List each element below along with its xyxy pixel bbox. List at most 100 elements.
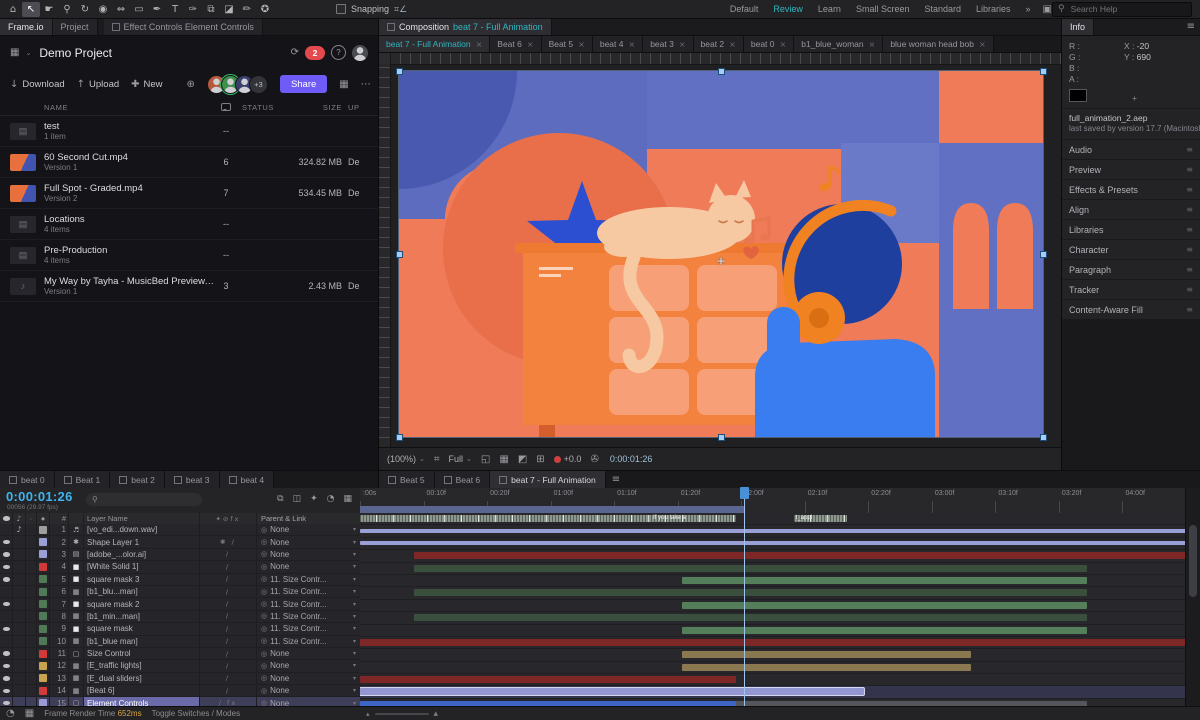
pickwhip-icon[interactable]: ◎ bbox=[261, 625, 267, 633]
layer-duration-bar[interactable] bbox=[414, 565, 1087, 572]
panel-menu-icon[interactable]: ≡ bbox=[1186, 205, 1193, 214]
panel-menu-icon[interactable]: ≡ bbox=[1186, 145, 1193, 154]
frame-blending-icon[interactable]: ◔ bbox=[327, 494, 335, 504]
column-layer-name[interactable]: Layer Name bbox=[84, 513, 200, 524]
close-tab-icon[interactable]: × bbox=[578, 40, 585, 49]
layer-duration-bar[interactable] bbox=[360, 541, 1186, 545]
roto-brush-tool[interactable]: ✏ bbox=[238, 2, 256, 17]
layer-name[interactable]: [vo_edi...down.wav] bbox=[84, 524, 200, 535]
label-color[interactable] bbox=[37, 549, 50, 560]
clone-stamp-tool[interactable]: ⧉ bbox=[202, 2, 220, 17]
track-row[interactable] bbox=[360, 637, 1186, 649]
lock-toggle[interactable] bbox=[26, 685, 37, 696]
parent-link-select[interactable]: ◎None▾ bbox=[257, 685, 360, 696]
viewer-tab-beat-0[interactable]: beat 0× bbox=[744, 36, 794, 52]
composition-panel-tab[interactable]: Composition beat 7 - Full Animation bbox=[379, 18, 552, 35]
layer-name[interactable]: [b1_blue man] bbox=[84, 636, 200, 647]
panel-menu-icon[interactable]: ≡ bbox=[1187, 21, 1195, 32]
audio-toggle[interactable] bbox=[13, 611, 26, 622]
track-row[interactable]: If you take at_appl bbox=[360, 513, 1186, 525]
layer-duration-bar[interactable] bbox=[360, 639, 1186, 646]
panel-menu-icon[interactable]: ≡ bbox=[1186, 225, 1193, 234]
lock-toggle[interactable] bbox=[26, 561, 37, 572]
panel-menu-icon[interactable]: ≡ bbox=[612, 474, 620, 485]
timeline-tab-beat-3[interactable]: beat 3 bbox=[165, 471, 220, 488]
snapping-checkbox[interactable] bbox=[336, 4, 346, 14]
track-row[interactable] bbox=[360, 550, 1186, 562]
layer-switches[interactable]: / bbox=[200, 561, 257, 572]
layer-row[interactable]: 2✱Shape Layer 1✱ /◎None▾ bbox=[0, 536, 360, 548]
layer-name[interactable]: [White Solid 1] bbox=[84, 561, 200, 572]
camera-tool[interactable]: ◉ bbox=[94, 2, 112, 17]
lock-toggle[interactable] bbox=[26, 574, 37, 585]
parent-link-select[interactable]: ◎None▾ bbox=[257, 549, 360, 560]
label-column-icon[interactable]: ● bbox=[37, 513, 50, 524]
lock-column-icon[interactable]: · bbox=[26, 513, 37, 524]
panel-layout-icon[interactable]: ▣ bbox=[1043, 4, 1052, 15]
panel-menu-icon[interactable]: ≡ bbox=[1186, 165, 1193, 174]
parent-link-select[interactable]: ◎11. Size Contr...▾ bbox=[257, 623, 360, 634]
column-name[interactable]: NAME bbox=[44, 103, 216, 112]
layer-name[interactable]: [adobe_...olor.ai] bbox=[84, 549, 200, 560]
pickwhip-icon[interactable]: ◎ bbox=[261, 612, 267, 620]
panel-tab-align[interactable]: Align≡ bbox=[1062, 200, 1200, 219]
lock-toggle[interactable] bbox=[26, 598, 37, 609]
workspace-tab-default[interactable]: Default bbox=[730, 4, 759, 14]
layer-row[interactable]: 4■[White Solid 1]/◎None▾ bbox=[0, 561, 360, 573]
list-item[interactable]: 60 Second Cut.mp4Version 16324.82 MBDe bbox=[0, 147, 378, 178]
column-size[interactable]: SIZE bbox=[280, 103, 342, 112]
close-tab-icon[interactable]: × bbox=[679, 40, 686, 49]
layer-switches[interactable]: / bbox=[200, 623, 257, 634]
layer-duration-bar[interactable] bbox=[682, 602, 1087, 609]
layer-row[interactable]: 9■square mask/◎11. Size Contr...▾ bbox=[0, 623, 360, 635]
layer-switches[interactable]: / bbox=[200, 586, 257, 597]
viewer-tab-beat-6[interactable]: Beat 6× bbox=[490, 36, 541, 52]
timeline-search[interactable]: ⚲ bbox=[86, 493, 202, 506]
layer-row[interactable]: 5■square mask 3/◎11. Size Contr...▾ bbox=[0, 574, 360, 586]
audio-toggle[interactable] bbox=[13, 536, 26, 547]
label-color[interactable] bbox=[37, 648, 50, 659]
layer-switches[interactable]: / bbox=[200, 685, 257, 696]
list-item[interactable]: Full Spot - Graded.mp4Version 27534.45 M… bbox=[0, 178, 378, 209]
pickwhip-icon[interactable]: ◎ bbox=[261, 687, 267, 695]
collaborator-overflow-badge[interactable]: +3 bbox=[249, 75, 268, 94]
visibility-toggle[interactable] bbox=[0, 598, 13, 609]
visibility-toggle[interactable] bbox=[0, 549, 13, 560]
layer-row[interactable]: 8▦[b1_min...man]/◎11. Size Contr...▾ bbox=[0, 611, 360, 623]
list-item[interactable]: ▤Pre-Production4 items-- bbox=[0, 240, 378, 271]
pickwhip-icon[interactable]: ◎ bbox=[261, 600, 267, 608]
lock-toggle[interactable] bbox=[26, 636, 37, 647]
layer-switches[interactable]: / bbox=[200, 598, 257, 609]
selection-handle[interactable] bbox=[1040, 434, 1047, 441]
track-row[interactable] bbox=[360, 649, 1186, 661]
layer-switches[interactable] bbox=[200, 524, 257, 535]
toggle-switches-button[interactable]: Toggle Switches / Modes bbox=[152, 709, 241, 718]
home-tool[interactable]: ⌂ bbox=[4, 2, 22, 17]
track-row[interactable] bbox=[360, 538, 1186, 550]
layer-duration-bar[interactable] bbox=[682, 577, 1087, 584]
audio-toggle[interactable] bbox=[13, 586, 26, 597]
timeline-tab-beat-5[interactable]: Beat 5 bbox=[379, 471, 435, 488]
label-color[interactable] bbox=[37, 623, 50, 634]
panel-tab-preview[interactable]: Preview≡ bbox=[1062, 160, 1200, 179]
selection-handle[interactable] bbox=[718, 68, 725, 75]
workspace-tab-learn[interactable]: Learn bbox=[818, 4, 841, 14]
layer-switches[interactable]: / bbox=[200, 549, 257, 560]
tab-effect-controls[interactable]: Effect Controls Element Controls bbox=[104, 18, 263, 35]
hand-tool[interactable]: ☛ bbox=[40, 2, 58, 17]
motion-blur-icon[interactable]: ▦ bbox=[343, 494, 352, 504]
viewer-tab-b1-blue-woman[interactable]: b1_blue_woman× bbox=[794, 36, 883, 52]
timeline-tab-beat-2[interactable]: beat 2 bbox=[110, 471, 165, 488]
parent-link-select[interactable]: ◎11. Size Contr...▾ bbox=[257, 586, 360, 597]
close-tab-icon[interactable]: × bbox=[979, 40, 986, 49]
layer-switches[interactable]: / bbox=[200, 611, 257, 622]
shape-tool[interactable]: ▭ bbox=[130, 2, 148, 17]
visibility-toggle[interactable] bbox=[0, 685, 13, 696]
zoom-in-icon[interactable]: ▴ bbox=[434, 709, 439, 719]
workspace-overflow-icon[interactable]: » bbox=[1026, 4, 1031, 14]
visibility-toggle[interactable] bbox=[0, 673, 13, 684]
lock-toggle[interactable] bbox=[26, 660, 37, 671]
refresh-icon[interactable]: ⟳ bbox=[291, 47, 299, 58]
parent-link-select[interactable]: ◎None▾ bbox=[257, 536, 360, 547]
track-row[interactable] bbox=[360, 662, 1186, 674]
